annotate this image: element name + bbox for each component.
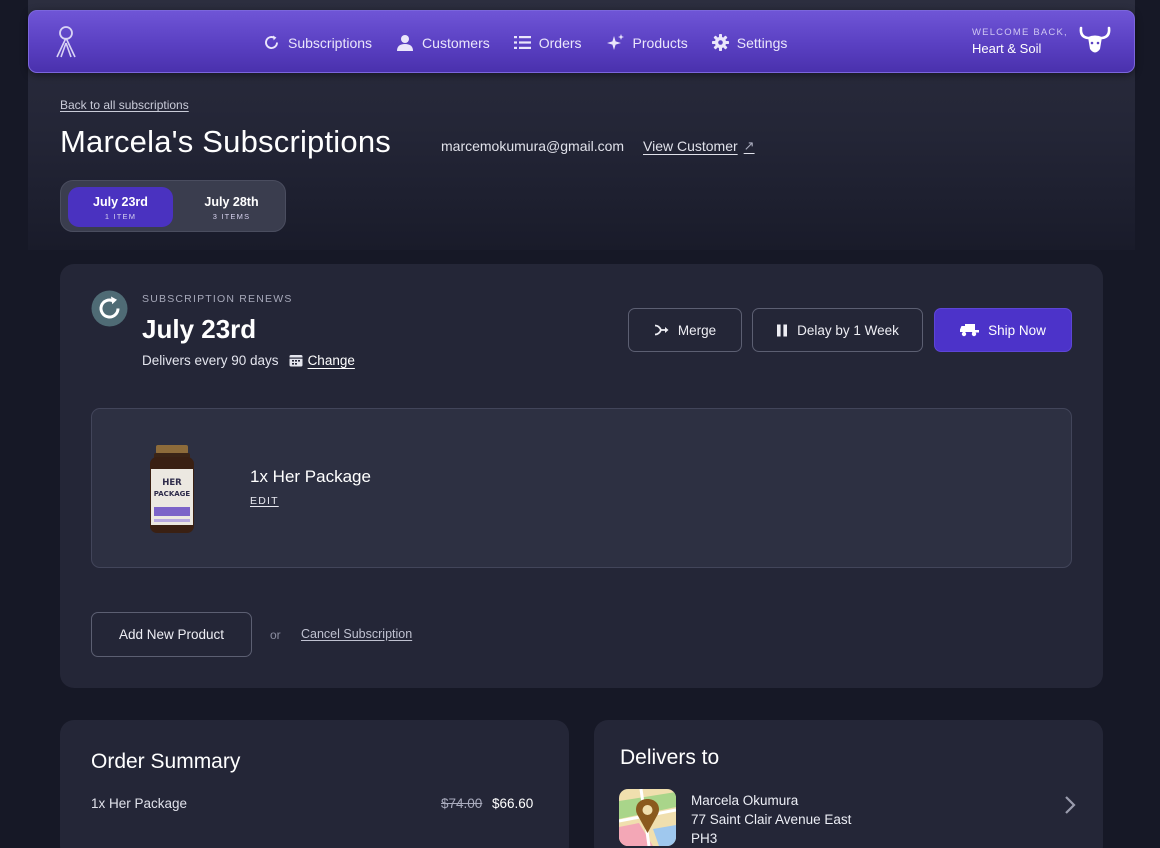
date-tab-july-23rd[interactable]: July 23rd 1 ITEM bbox=[68, 187, 173, 227]
external-link-icon: ↗ bbox=[743, 138, 755, 153]
nav-item-products[interactable]: Products bbox=[606, 33, 688, 52]
subscription-card: SUBSCRIPTION RENEWS July 23rd Delivers e… bbox=[60, 264, 1103, 688]
nav-label-settings: Settings bbox=[736, 34, 788, 51]
svg-text:PACKAGE: PACKAGE bbox=[154, 490, 191, 498]
renews-label: SUBSCRIPTION RENEWS bbox=[142, 293, 293, 305]
order-summary-title: Order Summary bbox=[91, 750, 241, 773]
delay-label: Delay by 1 Week bbox=[797, 322, 899, 338]
or-separator: or bbox=[270, 628, 281, 642]
delivers-to-title: Delivers to bbox=[620, 746, 720, 769]
merge-icon bbox=[654, 324, 669, 336]
recipient-name: Marcela Okumura bbox=[691, 793, 799, 808]
cancel-subscription-link[interactable]: Cancel Subscription bbox=[301, 627, 412, 641]
nav-item-subscriptions[interactable]: Subscriptions bbox=[263, 34, 372, 51]
pause-icon bbox=[777, 324, 788, 336]
date-tab-july-28th[interactable]: July 28th 3 ITEMS bbox=[179, 187, 284, 227]
calendar-icon bbox=[289, 355, 303, 367]
bull-logo-icon[interactable] bbox=[1078, 24, 1112, 58]
nav-item-orders[interactable]: Orders bbox=[513, 34, 582, 51]
delivery-frequency: Delivers every 90 days Change bbox=[142, 353, 355, 368]
nav-menu: Subscriptions Customers Orders Products bbox=[263, 11, 811, 74]
date-tab-date: July 28th bbox=[204, 195, 259, 209]
welcome-block: WELCOME BACK, Heart & Soil bbox=[972, 27, 1068, 56]
product-jar-image: HER PACKAGE bbox=[150, 445, 194, 533]
back-to-subscriptions-link[interactable]: Back to all subscriptions bbox=[60, 98, 189, 112]
map-pin-icon bbox=[619, 789, 676, 846]
nav-label-subscriptions: Subscriptions bbox=[288, 34, 373, 51]
nav-item-customers[interactable]: Customers bbox=[396, 34, 490, 51]
nav-label-customers: Customers bbox=[422, 34, 490, 51]
date-tab-count: 3 ITEMS bbox=[212, 212, 251, 221]
date-tab-date: July 23rd bbox=[93, 195, 148, 209]
summary-price: $66.60 bbox=[492, 796, 534, 811]
brand-logo-icon[interactable] bbox=[52, 25, 80, 59]
renew-cycle-icon bbox=[91, 290, 128, 327]
nav-item-settings[interactable]: Settings bbox=[711, 34, 788, 51]
merge-button[interactable]: Merge bbox=[628, 308, 742, 352]
gear-icon bbox=[711, 34, 729, 51]
delivers-text: Delivers every 90 days bbox=[142, 353, 279, 368]
top-navbar: Subscriptions Customers Orders Products bbox=[28, 10, 1135, 73]
store-name: Heart & Soil bbox=[972, 41, 1042, 56]
product-item: HER PACKAGE 1x Her Package EDIT bbox=[91, 408, 1072, 568]
delivery-address: Marcela Okumura 77 Saint Clair Avenue Ea… bbox=[691, 791, 851, 848]
delay-button[interactable]: Delay by 1 Week bbox=[752, 308, 923, 352]
date-tab-count: 1 ITEM bbox=[104, 212, 137, 221]
address-line-2: PH3 bbox=[691, 831, 718, 846]
page-title: Marcela's Subscriptions bbox=[60, 124, 391, 159]
product-name: 1x Her Package bbox=[250, 467, 371, 486]
nav-label-orders: Orders bbox=[538, 34, 582, 51]
user-icon bbox=[397, 35, 414, 51]
address-line-1: 77 Saint Clair Avenue East bbox=[691, 812, 852, 827]
list-icon bbox=[513, 36, 531, 49]
sparkle-icon bbox=[606, 34, 624, 50]
summary-original-price: $74.00 bbox=[441, 796, 483, 811]
svg-text:HER: HER bbox=[162, 478, 182, 488]
nav-label-products: Products bbox=[632, 34, 688, 51]
edit-product-link[interactable]: EDIT bbox=[250, 495, 279, 507]
ship-now-label: Ship Now bbox=[988, 322, 1046, 338]
order-summary-card: Order Summary 1x Her Package $74.00 $66.… bbox=[60, 720, 569, 848]
merge-label: Merge bbox=[677, 322, 717, 338]
view-customer-link[interactable]: View Customer ↗ bbox=[643, 138, 755, 154]
truck-icon bbox=[960, 324, 980, 337]
ship-now-button[interactable]: Ship Now bbox=[934, 308, 1072, 352]
customer-email: marcemokumura@gmail.com bbox=[441, 138, 625, 154]
subscription-date-tabs: July 23rd 1 ITEM July 28th 3 ITEMS bbox=[60, 180, 286, 232]
refresh-icon bbox=[265, 35, 278, 49]
summary-item-name: 1x Her Package bbox=[91, 796, 188, 811]
welcome-label: WELCOME BACK, bbox=[972, 27, 1068, 38]
change-frequency-link[interactable]: Change bbox=[308, 353, 355, 368]
chevron-right-icon[interactable] bbox=[1063, 794, 1077, 816]
view-customer-label: View Customer bbox=[643, 138, 738, 154]
add-new-product-button[interactable]: Add New Product bbox=[91, 612, 252, 657]
add-new-product-label: Add New Product bbox=[118, 627, 225, 642]
delivers-to-card[interactable]: Delivers to Marcela Okumura 77 Saint Cla… bbox=[594, 720, 1103, 848]
renew-date: July 23rd bbox=[142, 314, 257, 344]
